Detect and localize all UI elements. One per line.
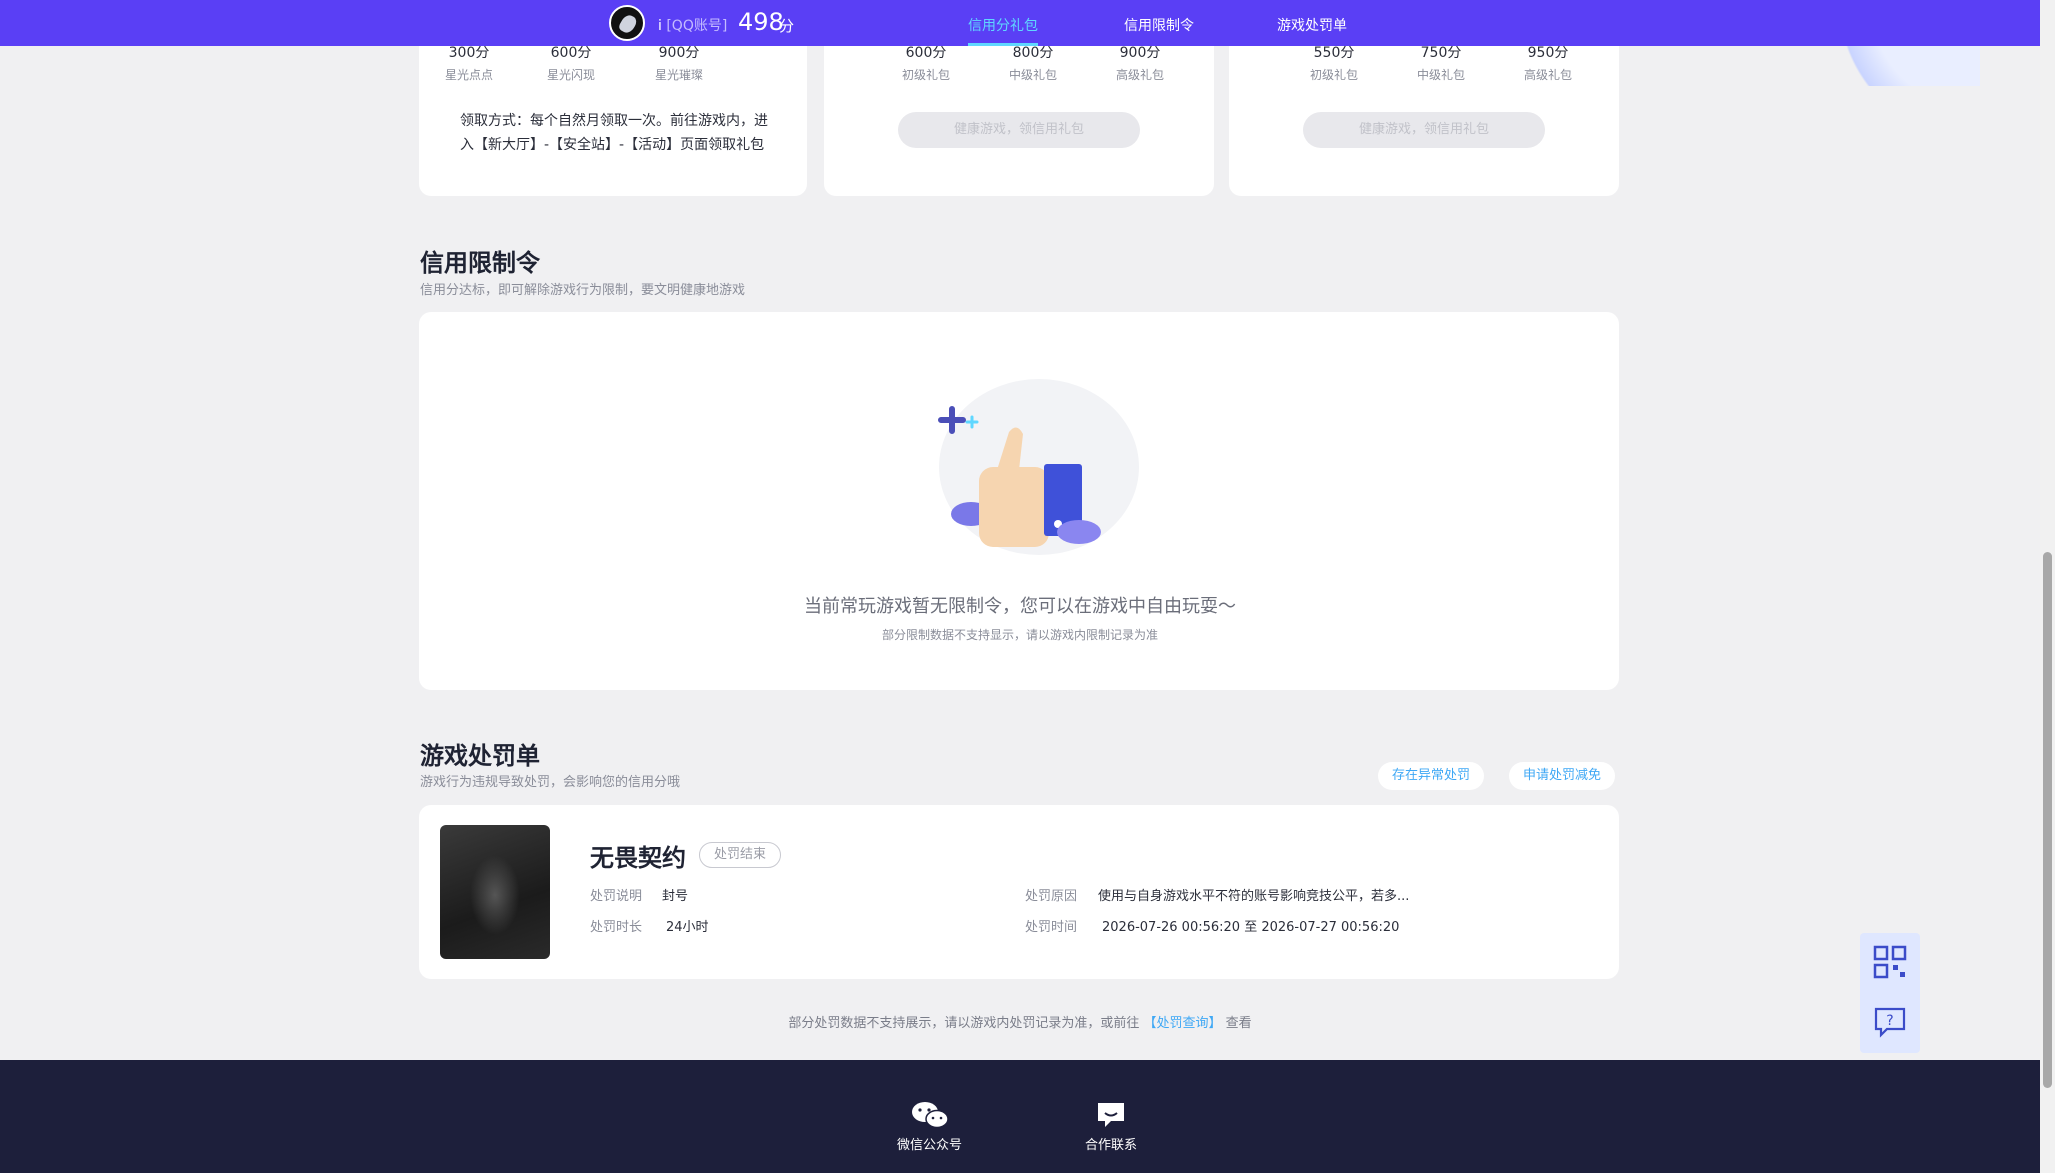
penalty-query-link[interactable]: 【处罚查询】 [1143,1016,1221,1031]
tier-label: 星光璀璨 [654,68,703,82]
time-value: 2026-07-26 00:56:20 至 2026-07-27 00:56:2… [1102,920,1400,935]
restriction-subtitle: 信用分达标，即可解除游戏行为限制，要文明健康地游戏 [420,283,746,298]
credit-score: 498 [738,8,784,36]
penalty-bottom-note: 部分处罚数据不支持展示，请以游戏内处罚记录为准，或前往 【处罚查询】 查看 [420,1012,1620,1031]
user-name: i [658,18,662,34]
penalty-subtitle: 游戏行为违规导致处罚，会影响您的信用分哦 [420,775,681,790]
cooperation-contact[interactable]: 合作联系 [1085,1100,1137,1153]
account-type: [QQ账号] [666,18,728,34]
avatar[interactable] [609,5,645,41]
tier-label: 高级礼包 [1523,68,1572,82]
tier-label: 初级礼包 [901,68,950,82]
claim-gift-button[interactable]: 健康游戏，领信用礼包 [1303,112,1545,148]
duration-value: 24小时 [666,920,709,935]
tier-label: 初级礼包 [1309,68,1358,82]
time-label: 处罚时间 [1025,920,1078,935]
empty-note: 部分限制数据不支持显示，请以游戏内限制记录为准 [881,628,1158,642]
scrollbar-thumb[interactable] [2043,552,2052,1088]
bottom-note-prefix: 部分处罚数据不支持展示，请以游戏内处罚记录为准，或前往 [788,1016,1140,1031]
desc-value: 封号 [662,889,689,904]
wechat-icon [911,1102,949,1129]
tier-1: 600分 初级礼包 [866,42,986,83]
side-float-panel: ? [1860,933,1920,1053]
tier-3: 900分 星光璀璨 [589,42,769,83]
top-nav: i [QQ账号] 498 分 信用分礼包 信用限制令 游戏处罚单 [0,0,2040,46]
abnormal-penalty-button[interactable]: 存在异常处罚 [1378,762,1485,790]
game-cover-image [440,825,550,959]
credit-score-unit: 分 [779,17,795,35]
svg-text:?: ? [1886,1013,1893,1029]
status-badge: 处罚结束 [699,842,782,868]
contact-label: 合作联系 [1085,1138,1138,1153]
bottom-note-suffix: 查看 [1225,1016,1252,1031]
gift-card-3: 550分 初级礼包 750分 中级礼包 950分 高级礼包 健康游戏，领信用礼包 [1229,20,1619,196]
qr-code-button[interactable] [1860,933,1920,991]
gift-card-1: 300分 星光点点 600分 星光闪现 900分 星光璀璨 [419,20,807,196]
tier-1: 550分 初级礼包 [1274,42,1394,83]
duration-label: 处罚时长 [590,920,643,935]
appeal-penalty-button[interactable]: 申请处罚减免 [1509,762,1616,790]
claim-instructions: 领取方式：每个自然月领取一次。前往游戏内，进入【新大厅】-【安全站】-【活动】页… [460,113,768,153]
tier-label: 高级礼包 [1115,68,1164,82]
message-icon [1098,1103,1124,1127]
game-name: 无畏契约 [590,844,686,872]
thumbs-up-illustration [935,379,1139,555]
claim-gift-button[interactable]: 健康游戏，领信用礼包 [898,112,1140,148]
wechat-official-account[interactable]: 微信公众号 [897,1100,962,1153]
tier-3: 900分 高级礼包 [1080,42,1200,83]
tab-game-penalty[interactable]: 游戏处罚单 [1277,15,1347,35]
reason-label: 处罚原因 [1025,889,1078,904]
tier-2: 800分 中级礼包 [973,42,1093,83]
tab-credit-restriction[interactable]: 信用限制令 [1124,15,1194,35]
footer: 微信公众号 合作联系 [0,1060,2040,1173]
tier-3: 950分 高级礼包 [1488,42,1608,83]
feedback-button[interactable]: ? [1860,993,1920,1051]
wechat-label: 微信公众号 [897,1138,963,1153]
gift-card-2: 600分 初级礼包 800分 中级礼包 900分 高级礼包 健康游戏，领信用礼包 [824,20,1214,196]
qr-code-icon [1873,945,1907,979]
help-chat-icon: ? [1874,1007,1906,1038]
reason-value: 使用与自身游戏水平不符的账号影响竞技公平，若多... [1098,889,1410,904]
tier-label: 中级礼包 [1416,68,1465,82]
user-info: i [QQ账号] [658,15,727,35]
penalty-title: 游戏处罚单 [420,742,540,770]
tier-label: 中级礼包 [1008,68,1057,82]
tab-credit-gift[interactable]: 信用分礼包 [968,15,1038,46]
tier-2: 750分 中级礼包 [1381,42,1501,83]
empty-message: 当前常玩游戏暂无限制令，您可以在游戏中自由玩耍～ [804,596,1236,617]
desc-label: 处罚说明 [590,889,643,904]
restriction-title: 信用限制令 [420,249,540,277]
